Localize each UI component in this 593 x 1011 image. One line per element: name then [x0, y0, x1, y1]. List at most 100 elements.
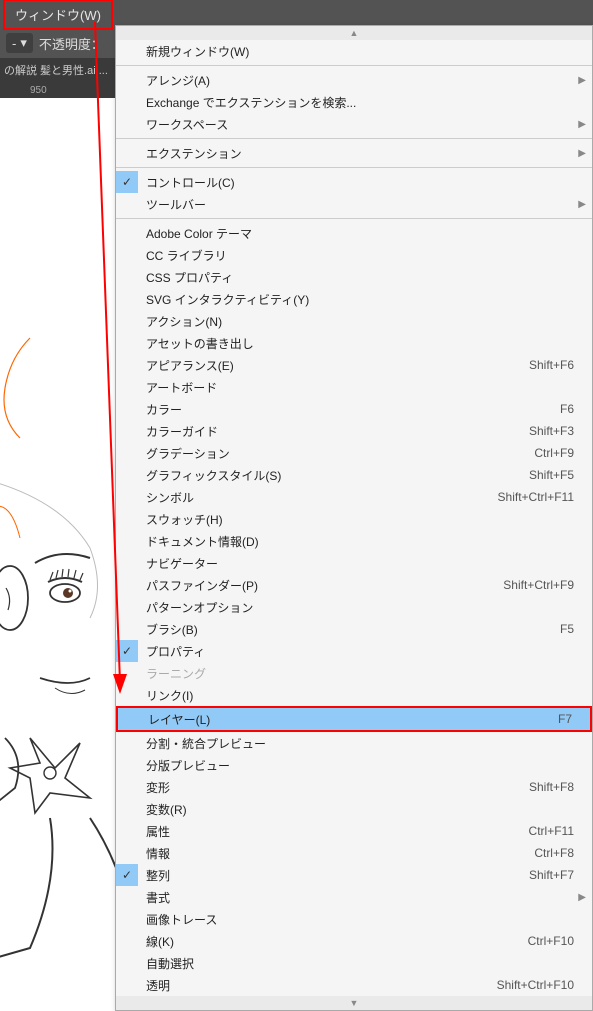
menu-item-label: ツールバー [146, 196, 574, 213]
menu-separator [116, 218, 592, 219]
menu-item-shortcut: Shift+Ctrl+F10 [497, 978, 574, 992]
menu-item-label: 変形 [146, 779, 529, 796]
menu-item-45[interactable]: 透明Shift+Ctrl+F10 [116, 974, 592, 996]
menu-item-28[interactable]: パターンオプション [116, 596, 592, 618]
menu-item-6[interactable]: エクステンション ▶ [116, 142, 592, 164]
menu-item-11[interactable]: Adobe Color テーマ [116, 222, 592, 244]
menu-item-29[interactable]: ブラシ(B)F5 [116, 618, 592, 640]
menu-item-label: アクション(N) [146, 313, 574, 330]
menu-item-shortcut: F6 [560, 402, 574, 416]
menu-item-42[interactable]: 画像トレース [116, 908, 592, 930]
menu-item-31: ラーニング [116, 662, 592, 684]
menu-item-label: ナビゲーター [146, 555, 574, 572]
submenu-arrow-icon: ▶ [578, 148, 586, 159]
dash-dropdown-label: - [12, 36, 16, 51]
menu-item-30[interactable]: ✓ プロパティ [116, 640, 592, 662]
menu-item-36[interactable]: 変形Shift+F8 [116, 776, 592, 798]
menu-item-label: 書式 [146, 889, 574, 906]
checkmark-icon: ✓ [116, 640, 138, 662]
menu-item-37[interactable]: 変数(R) [116, 798, 592, 820]
menu-item-label: コントロール(C) [146, 174, 574, 191]
menu-item-label: ドキュメント情報(D) [146, 533, 574, 550]
menu-item-label: グラフィックスタイル(S) [146, 467, 529, 484]
menu-item-22[interactable]: グラフィックスタイル(S)Shift+F5 [116, 464, 592, 486]
menu-item-43[interactable]: 線(K)Ctrl+F10 [116, 930, 592, 952]
menu-item-label: エクステンション [146, 145, 574, 162]
menu-item-4[interactable]: ワークスペース▶ [116, 113, 592, 135]
menu-item-16[interactable]: アセットの書き出し [116, 332, 592, 354]
menu-item-label: パターンオプション [146, 599, 574, 616]
menu-item-label: ブラシ(B) [146, 621, 560, 638]
menu-item-label: CC ライブラリ [146, 247, 574, 264]
menu-item-label: パスファインダー(P) [146, 577, 503, 594]
chevron-down-icon: ▾ [20, 35, 27, 51]
menu-item-25[interactable]: ドキュメント情報(D) [116, 530, 592, 552]
menu-item-44[interactable]: 自動選択 [116, 952, 592, 974]
menu-item-41[interactable]: 書式 ▶ [116, 886, 592, 908]
menu-separator [116, 65, 592, 66]
menu-item-32[interactable]: リンク(I) [116, 684, 592, 706]
menu-item-19[interactable]: カラーF6 [116, 398, 592, 420]
menu-item-3[interactable]: Exchange でエクステンションを検索... [116, 91, 592, 113]
menu-item-21[interactable]: グラデーションCtrl+F9 [116, 442, 592, 464]
menu-item-23[interactable]: シンボルShift+Ctrl+F11 [116, 486, 592, 508]
opacity-label: 不透明度： [39, 34, 104, 53]
menu-item-shortcut: F5 [560, 622, 574, 636]
menu-item-12[interactable]: CC ライブラリ [116, 244, 592, 266]
menu-item-label: アピアランス(E) [146, 357, 529, 374]
menu-scroll-down[interactable]: ▼ [116, 996, 592, 1010]
file-tab[interactable]: の解説 髪と男性.ai ... [4, 62, 108, 78]
menu-item-label: アレンジ(A) [146, 72, 574, 89]
menu-item-40[interactable]: ✓ 整列Shift+F7 [116, 864, 592, 886]
menu-item-label: 分版プレビュー [146, 757, 574, 774]
menu-item-label: CSS プロパティ [146, 269, 574, 286]
menu-separator [116, 167, 592, 168]
menu-item-8[interactable]: ✓ コントロール(C) [116, 171, 592, 193]
menu-item-shortcut: Shift+Ctrl+F9 [503, 578, 574, 592]
menu-item-shortcut: Ctrl+F8 [534, 846, 574, 860]
canvas[interactable] [0, 98, 115, 967]
menu-scroll-up[interactable]: ▲ [116, 26, 592, 40]
menu-item-38[interactable]: 属性Ctrl+F11 [116, 820, 592, 842]
dash-dropdown[interactable]: - ▾ [6, 33, 33, 53]
submenu-arrow-icon: ▶ [578, 119, 586, 130]
menu-item-label: 新規ウィンドウ(W) [146, 43, 574, 60]
menu-item-shortcut: Shift+F7 [529, 868, 574, 882]
menu-item-label: カラー [146, 401, 560, 418]
menu-item-0[interactable]: 新規ウィンドウ(W) [116, 40, 592, 62]
submenu-arrow-icon: ▶ [578, 199, 586, 210]
checkmark-icon: ✓ [116, 864, 138, 886]
menu-item-15[interactable]: アクション(N) [116, 310, 592, 332]
menu-item-27[interactable]: パスファインダー(P)Shift+Ctrl+F9 [116, 574, 592, 596]
menu-item-label: プロパティ [146, 643, 574, 660]
window-menu-tab[interactable]: ウィンドウ(W) [3, 0, 113, 30]
menu-item-20[interactable]: カラーガイドShift+F3 [116, 420, 592, 442]
menu-item-label: 自動選択 [146, 955, 574, 972]
menu-item-label: 整列 [146, 867, 529, 884]
menu-item-13[interactable]: CSS プロパティ [116, 266, 592, 288]
menu-item-39[interactable]: 情報Ctrl+F8 [116, 842, 592, 864]
menu-item-shortcut: Ctrl+F10 [528, 934, 574, 948]
menu-item-shortcut: Shift+F8 [529, 780, 574, 794]
menu-item-shortcut: F7 [558, 712, 572, 726]
menu-item-34[interactable]: 分割・統合プレビュー [116, 732, 592, 754]
menu-item-label: 属性 [146, 823, 529, 840]
menu-item-label: Exchange でエクステンションを検索... [146, 94, 574, 111]
menu-item-17[interactable]: アピアランス(E)Shift+F6 [116, 354, 592, 376]
checkmark-icon: ✓ [116, 171, 138, 193]
menu-item-26[interactable]: ナビゲーター [116, 552, 592, 574]
menu-item-shortcut: Shift+F5 [529, 468, 574, 482]
illustration-sketch [0, 98, 115, 967]
menu-item-label: シンボル [146, 489, 498, 506]
menu-item-18[interactable]: アートボード [116, 376, 592, 398]
menu-item-9[interactable]: ツールバー ▶ [116, 193, 592, 215]
menu-item-14[interactable]: SVG インタラクティビティ(Y) [116, 288, 592, 310]
menu-item-35[interactable]: 分版プレビュー [116, 754, 592, 776]
menu-item-24[interactable]: スウォッチ(H) [116, 508, 592, 530]
menu-item-2[interactable]: アレンジ(A)▶ [116, 69, 592, 91]
menu-item-label: カラーガイド [146, 423, 529, 440]
menu-item-label: 分割・統合プレビュー [146, 735, 574, 752]
submenu-arrow-icon: ▶ [578, 892, 586, 903]
menu-item-label: スウォッチ(H) [146, 511, 574, 528]
menu-item-33[interactable]: レイヤー(L)F7 [116, 706, 592, 732]
